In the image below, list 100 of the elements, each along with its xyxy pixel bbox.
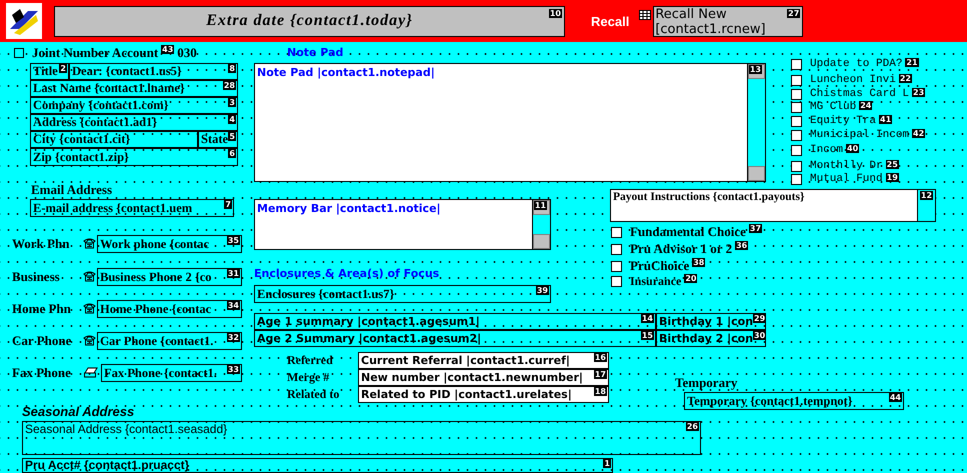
field-value: Payout Instructions {contact1.payouts}: [612, 190, 806, 204]
form-field[interactable]: Last Name {contact1.lname} 28: [30, 80, 238, 97]
field-value: Birthday 1 |con: [659, 315, 754, 328]
summary-field[interactable]: Age 2 Summary |contact1.agesum2| 15: [254, 330, 656, 347]
seasonal-address-field[interactable]: Seasonal Address {contact1.seasadd} 26: [22, 421, 701, 455]
phone-field[interactable]: Work phone {contac 35: [97, 235, 242, 253]
tab-order-badge: 35: [226, 236, 240, 245]
summary-field[interactable]: Age 1 summary |contact1.agesum1| 14: [254, 313, 656, 330]
tab-order-badge: 15: [640, 331, 654, 340]
field-value: Related to PID |contact1.urelates|: [361, 388, 572, 401]
tab-order-badge: 11: [534, 201, 547, 210]
enclosures-field[interactable]: Enclosures {contact1.us7} 39: [254, 285, 551, 303]
tab-order-badge: 23: [912, 88, 926, 97]
form-field[interactable]: Address {contact1.ad1} 4: [30, 114, 238, 131]
form-field[interactable]: City {contact1.cit}: [30, 131, 198, 148]
tab-order-badge: 37: [748, 224, 762, 233]
recall-field[interactable]: Recall New [contact1.rcnew] 27: [653, 6, 804, 36]
checkbox[interactable]: [611, 244, 622, 254]
form-field[interactable]: Dear: {contact1.us5} 8: [69, 63, 238, 80]
phone-label: Fax Phone: [12, 365, 71, 381]
field-value: E-mail address {contact1.uem: [33, 200, 192, 216]
temporary-label: Temporary: [675, 375, 738, 391]
field-value: Address {contact1.ad1}: [33, 115, 158, 130]
checkbox[interactable]: [791, 102, 802, 112]
recall-label: Recall: [591, 14, 630, 28]
checkbox[interactable]: [14, 48, 24, 58]
tab-order-badge: 39: [536, 286, 549, 295]
checkbox-label: MG Club: [810, 101, 856, 113]
checkbox[interactable]: [611, 260, 622, 272]
tab-order-badge: 20: [684, 274, 698, 283]
tab-order-badge: 1: [603, 459, 611, 468]
field-value: Company {contact1.com}: [33, 98, 169, 113]
field-value: Zip {contact1.zip}: [33, 150, 129, 164]
form-field[interactable]: Zip {contact1.zip} 6: [30, 148, 238, 166]
checkbox[interactable]: [791, 144, 802, 156]
tab-order-badge: 36: [735, 241, 748, 250]
table-icon: [639, 10, 652, 20]
note-pad-field[interactable]: Note Pad |contact1.notepad| 13: [254, 63, 766, 182]
tab-order-badge: 8: [228, 64, 236, 73]
tab-order-badge: 26: [686, 422, 699, 431]
reference-field[interactable]: Current Referral |contact1.curref| 16: [358, 352, 609, 369]
phone-label: Home Phn: [12, 301, 71, 317]
field-label: Merge #: [287, 370, 330, 385]
temporary-field[interactable]: Temporary {contact1.tempnot} 44: [684, 392, 904, 410]
checkbox[interactable]: [611, 276, 622, 287]
field-value: Temporary {contact1.tempnot}: [687, 394, 853, 408]
title-field[interactable]: Extra date {contact1.today} 10: [54, 6, 565, 36]
scrollbar[interactable]: [532, 200, 550, 249]
checkbox-label: Municipal Incom: [810, 129, 910, 141]
phone-label: Business: [12, 269, 60, 285]
checkbox[interactable]: [791, 88, 802, 100]
tab-order-badge: 22: [898, 74, 912, 83]
account-field[interactable]: Pru Acct# {contact1.pruacct} 1: [22, 458, 613, 473]
phone-field[interactable]: Car Phone {contact1. 32: [97, 332, 242, 350]
checkbox-label: Luncheon Invi: [810, 74, 896, 86]
tab-order-badge: 43: [161, 45, 174, 54]
field-value: City {contact1.cit}: [33, 132, 130, 147]
checkbox-label: Incom: [810, 144, 844, 156]
field-value: Recall New: [655, 6, 727, 22]
field-value: Pru Acct# {contact1.pruacct}: [25, 459, 190, 472]
field-value: Car Phone {contact1.: [100, 334, 214, 348]
checkbox[interactable]: [791, 130, 802, 140]
tab-order-badge: 40: [846, 144, 860, 153]
form-field[interactable]: Title 2: [30, 63, 69, 80]
tab-order-badge: 16: [594, 353, 607, 362]
telephone-icon: [83, 237, 96, 249]
note-pad-label: Note Pad: [287, 46, 344, 59]
field-value: Age 1 summary |contact1.agesum1|: [257, 315, 480, 328]
form-field[interactable]: Company {contact1.com} 3: [30, 97, 238, 114]
reference-field[interactable]: New number |contact1.newnumber| 17: [358, 369, 609, 386]
payout-field[interactable]: Payout Instructions {contact1.payouts} 12: [610, 189, 936, 222]
email-label: Email Address: [31, 182, 112, 198]
reference-field[interactable]: Related to PID |contact1.urelates| 18: [358, 386, 609, 403]
phone-field[interactable]: Home Phone {contac 34: [97, 300, 242, 318]
checkbox[interactable]: [791, 58, 802, 70]
checkbox[interactable]: [791, 116, 802, 126]
tab-order-badge: 6: [228, 149, 236, 158]
checkbox[interactable]: [791, 74, 802, 86]
tab-order-badge: 29: [753, 314, 766, 323]
field-value: Extra date {contact1.today}: [206, 12, 413, 30]
telephone-icon: [83, 302, 96, 314]
checkbox[interactable]: [791, 160, 802, 172]
tab-order-badge: 21: [905, 58, 919, 67]
phone-label: Car Phone: [12, 333, 72, 349]
email-field[interactable]: E-mail address {contact1.uem 7: [30, 199, 234, 217]
telephone-icon: [83, 334, 96, 346]
checkbox-label: PruChoice: [630, 258, 690, 274]
field-value: Seasonal Address {contact1.seasadd}: [25, 422, 228, 436]
field-value: [contact1.rcnew]: [655, 22, 766, 36]
checkbox[interactable]: [791, 174, 802, 184]
checkbox[interactable]: [611, 226, 622, 238]
phone-label: Work Phn: [12, 236, 70, 252]
tab-order-badge: 42: [912, 129, 926, 138]
tab-order-badge: 24: [859, 101, 872, 110]
phone-field[interactable]: Fax Phone {contact1. 33: [101, 364, 242, 382]
checkbox-label: Pru Advisor 1 or 2: [630, 241, 732, 257]
tab-order-badge: 5: [228, 132, 236, 141]
memory-bar-field[interactable]: Memory Bar |contact1.notice| 11: [254, 199, 551, 250]
tab-order-badge: 25: [886, 160, 899, 169]
scrollbar[interactable]: [747, 64, 765, 181]
